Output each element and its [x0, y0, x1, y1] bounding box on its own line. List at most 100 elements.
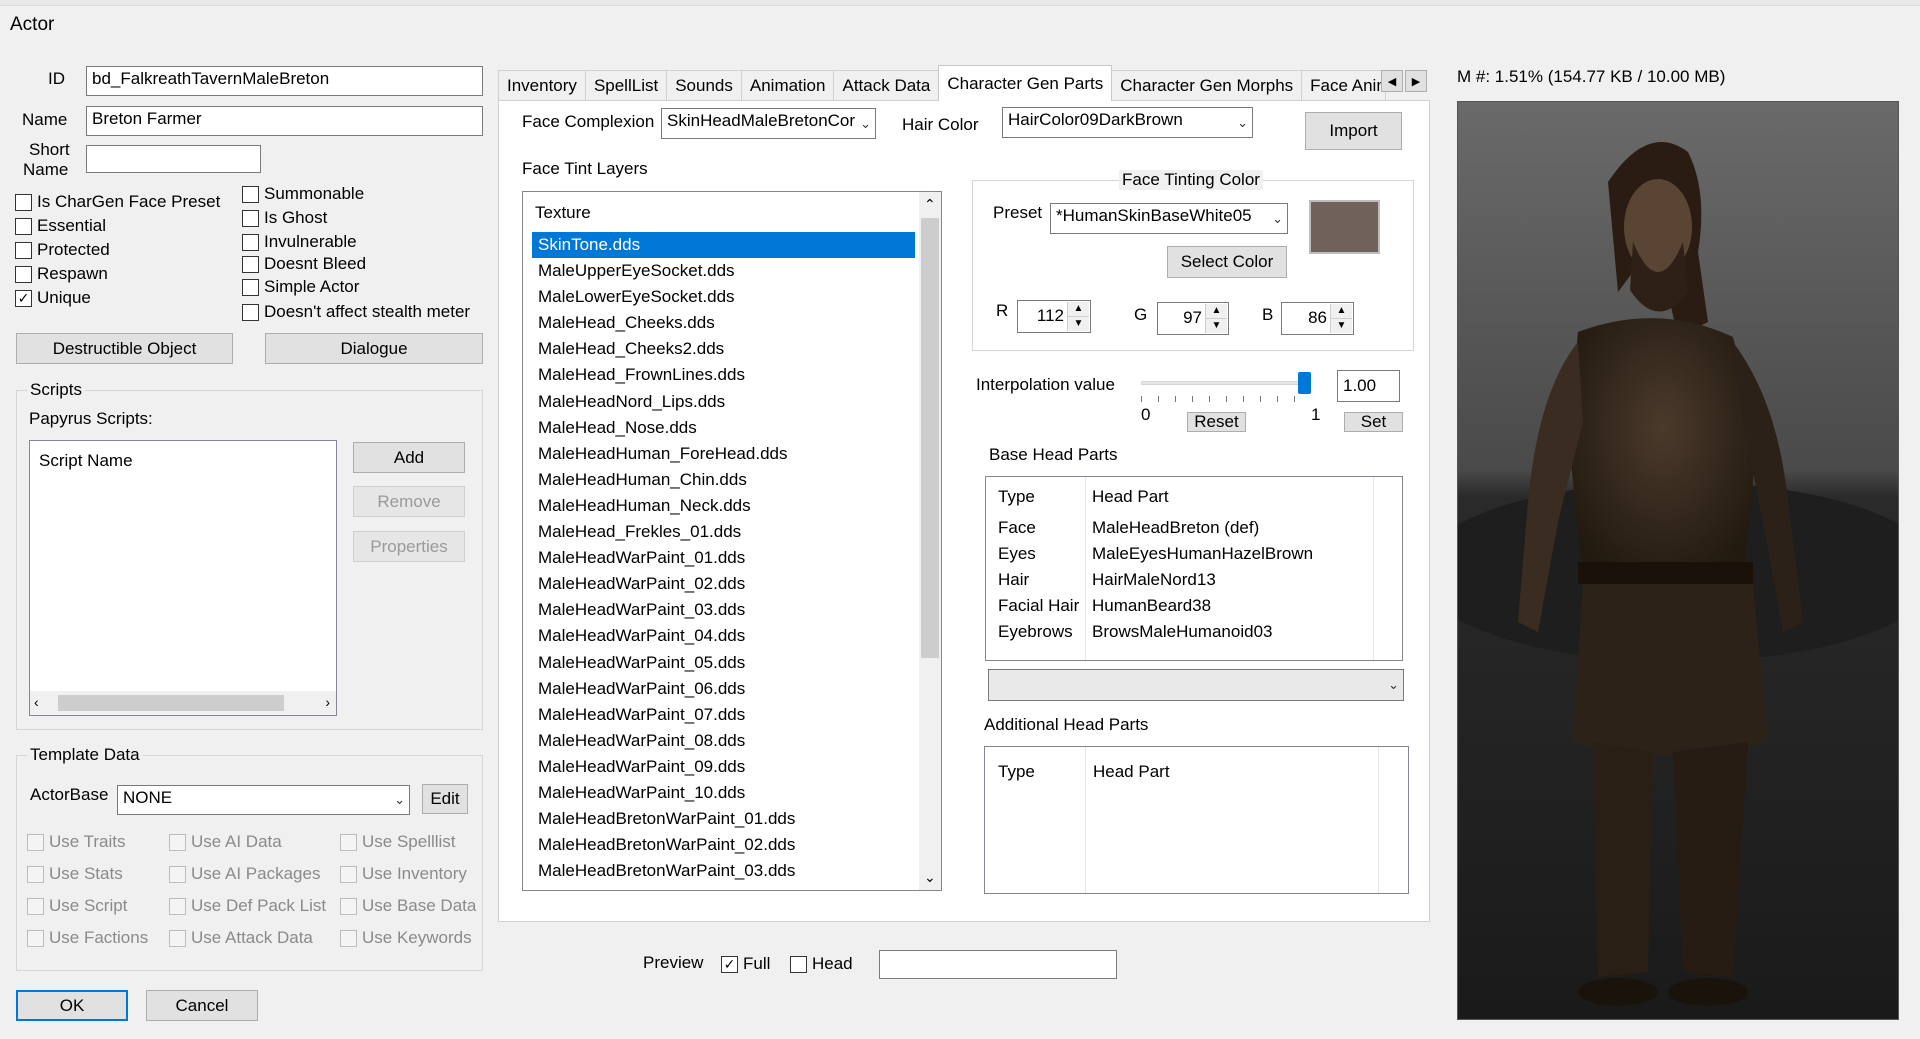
- list-item[interactable]: MaleLowerEyeSocket.dds: [532, 284, 915, 310]
- is-ghost-checkbox[interactable]: Is Ghost: [242, 208, 327, 228]
- scroll-up-icon[interactable]: ⌃: [924, 196, 936, 213]
- list-item[interactable]: SkinTone.dds: [532, 232, 915, 259]
- tab-face-anim[interactable]: Face Anim F: [1301, 70, 1387, 101]
- horizontal-scrollbar[interactable]: ‹ ›: [30, 691, 336, 715]
- stealth-meter-checkbox[interactable]: Doesn't affect stealth meter: [242, 302, 470, 322]
- summonable-checkbox[interactable]: Summonable: [242, 184, 364, 204]
- tab-scroll-left-icon[interactable]: ◀: [1381, 70, 1403, 92]
- use-traits-checkbox[interactable]: Use Traits: [27, 832, 126, 852]
- g-up-down[interactable]: ▲ ▼: [1205, 304, 1227, 333]
- head-part-column-header[interactable]: Head Part: [1092, 487, 1169, 507]
- list-item[interactable]: MaleHead_FrownLines.dds: [532, 362, 915, 388]
- scrollbar-thumb[interactable]: [921, 218, 939, 658]
- scroll-left-icon[interactable]: ‹: [34, 694, 39, 710]
- respawn-checkbox[interactable]: Respawn: [15, 264, 108, 284]
- g-spinner[interactable]: 97 ▲ ▼: [1157, 302, 1229, 335]
- set-button[interactable]: Set: [1344, 412, 1403, 432]
- remove-script-button[interactable]: Remove: [353, 486, 465, 517]
- tab-spelllist[interactable]: SpellList: [584, 70, 668, 101]
- preview-field[interactable]: [879, 950, 1117, 979]
- use-spelllist-checkbox[interactable]: Use Spelllist: [340, 832, 456, 852]
- preset-select[interactable]: *HumanSkinBaseWhite05 ⌄: [1050, 203, 1288, 234]
- invulnerable-checkbox[interactable]: Invulnerable: [242, 232, 357, 252]
- list-item[interactable]: MaleHeadBretonWarPaint_02.dds: [532, 832, 915, 858]
- additional-head-parts-table[interactable]: Type Head Part: [984, 746, 1409, 894]
- face-complexion-select[interactable]: SkinHeadMaleBretonCor ⌄: [661, 108, 876, 139]
- use-def-pack-list-checkbox[interactable]: Use Def Pack List: [169, 896, 326, 916]
- list-item[interactable]: MaleHeadWarPaint_02.dds: [532, 571, 915, 597]
- list-item[interactable]: MaleHeadNord_Lips.dds: [532, 389, 915, 415]
- scrollbar-thumb[interactable]: [58, 695, 284, 711]
- scroll-down-icon[interactable]: ⌄: [924, 869, 936, 886]
- slider-thumb[interactable]: [1298, 372, 1311, 394]
- use-attack-data-checkbox[interactable]: Use Attack Data: [169, 928, 313, 948]
- use-stats-checkbox[interactable]: Use Stats: [27, 864, 123, 884]
- preview-full-checkbox[interactable]: ✓ Full: [721, 954, 770, 974]
- import-button[interactable]: Import: [1305, 112, 1402, 150]
- list-item[interactable]: MaleHeadHuman_ForeHead.dds: [532, 441, 915, 467]
- interpolation-value-field[interactable]: 1.00: [1337, 370, 1400, 402]
- tab-character-gen-morphs[interactable]: Character Gen Morphs: [1111, 70, 1303, 101]
- list-item[interactable]: MaleHeadBretonWarPaint_01.dds: [532, 806, 915, 832]
- destructible-object-button[interactable]: Destructible Object: [16, 333, 233, 364]
- character-3d-preview[interactable]: [1457, 101, 1899, 1020]
- list-item[interactable]: MaleHead_Cheeks.dds: [532, 310, 915, 336]
- tab-scroll-right-icon[interactable]: ▶: [1405, 70, 1427, 92]
- use-script-checkbox[interactable]: Use Script: [27, 896, 127, 916]
- short-name-field[interactable]: [86, 145, 261, 173]
- list-item[interactable]: MaleUpperEyeSocket.dds: [532, 258, 915, 284]
- protected-checkbox[interactable]: Protected: [15, 240, 110, 260]
- base-head-parts-table[interactable]: Type Head Part Face MaleHeadBreton (def)…: [985, 476, 1403, 661]
- texture-vertical-scrollbar[interactable]: ⌃ ⌄: [919, 192, 941, 890]
- scripts-list[interactable]: Script Name ‹ ›: [29, 440, 337, 716]
- tint-color-swatch[interactable]: [1309, 200, 1380, 254]
- list-item[interactable]: MaleHeadWarPaint_08.dds: [532, 728, 915, 754]
- use-base-data-checkbox[interactable]: Use Base Data: [340, 896, 476, 916]
- texture-column-header[interactable]: Texture: [535, 203, 591, 223]
- simple-actor-checkbox[interactable]: Simple Actor: [242, 277, 359, 297]
- actorbase-select[interactable]: NONE ⌄: [117, 785, 410, 815]
- arrow-up-icon[interactable]: ▲: [1068, 302, 1089, 317]
- ok-button[interactable]: OK: [16, 990, 128, 1021]
- preview-head-checkbox[interactable]: Head: [790, 954, 853, 974]
- use-inventory-checkbox[interactable]: Use Inventory: [340, 864, 467, 884]
- arrow-down-icon[interactable]: ▼: [1206, 318, 1227, 333]
- id-field[interactable]: bd_FalkreathTavernMaleBreton: [86, 66, 483, 96]
- list-item[interactable]: MaleHeadWarPaint_03.dds: [532, 597, 915, 623]
- cancel-button[interactable]: Cancel: [146, 990, 258, 1021]
- b-spinner[interactable]: 86 ▲ ▼: [1281, 302, 1354, 335]
- list-item[interactable]: MaleHeadWarPaint_09.dds: [532, 754, 915, 780]
- tab-inventory[interactable]: Inventory: [498, 70, 586, 101]
- list-item[interactable]: MaleHeadWarPaint_01.dds: [532, 545, 915, 571]
- essential-checkbox[interactable]: Essential: [15, 216, 106, 236]
- script-properties-button[interactable]: Properties: [353, 531, 465, 562]
- reset-button[interactable]: Reset: [1187, 412, 1246, 432]
- name-field[interactable]: Breton Farmer: [86, 106, 483, 136]
- use-ai-data-checkbox[interactable]: Use AI Data: [169, 832, 282, 852]
- arrow-down-icon[interactable]: ▼: [1331, 318, 1352, 333]
- doesnt-bleed-checkbox[interactable]: Doesnt Bleed: [242, 254, 366, 274]
- arrow-down-icon[interactable]: ▼: [1068, 316, 1089, 331]
- list-item[interactable]: MaleHead_Cheeks2.dds: [532, 336, 915, 362]
- list-item[interactable]: MaleHeadWarPaint_05.dds: [532, 650, 915, 676]
- list-item[interactable]: MaleHeadHuman_Neck.dds: [532, 493, 915, 519]
- edit-actorbase-button[interactable]: Edit: [422, 784, 468, 814]
- list-item[interactable]: MaleHeadBretonWarPaint_03.dds: [532, 858, 915, 884]
- add-script-button[interactable]: Add: [353, 442, 465, 473]
- use-factions-checkbox[interactable]: Use Factions: [27, 928, 148, 948]
- list-item[interactable]: MaleHeadWarPaint_07.dds: [532, 702, 915, 728]
- use-ai-packages-checkbox[interactable]: Use AI Packages: [169, 864, 320, 884]
- use-keywords-checkbox[interactable]: Use Keywords: [340, 928, 472, 948]
- texture-list[interactable]: Texture SkinTone.dds MaleUpperEyeSocket.d…: [522, 191, 942, 891]
- list-item[interactable]: MaleHead_Frekles_01.dds: [532, 519, 915, 545]
- select-color-button[interactable]: Select Color: [1167, 246, 1287, 278]
- scroll-right-icon[interactable]: ›: [325, 694, 330, 710]
- tab-character-gen-parts[interactable]: Character Gen Parts: [938, 65, 1113, 101]
- list-item[interactable]: MaleHeadWarPaint_06.dds: [532, 676, 915, 702]
- unique-checkbox[interactable]: ✓ Unique: [15, 288, 91, 308]
- script-name-header[interactable]: Script Name: [39, 451, 133, 471]
- list-item[interactable]: MaleHeadHuman_Chin.dds: [532, 467, 915, 493]
- arrow-up-icon[interactable]: ▲: [1331, 304, 1352, 319]
- head-part-column-header[interactable]: Head Part: [1093, 762, 1170, 782]
- hair-color-select[interactable]: HairColor09DarkBrown ⌄: [1002, 107, 1253, 138]
